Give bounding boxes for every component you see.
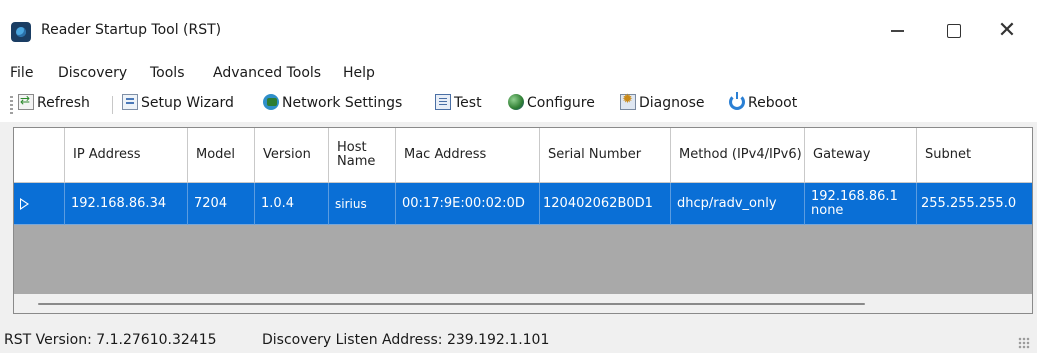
cell-subnet[interactable]: 255.255.255.0 [917, 183, 1032, 225]
minimize-button[interactable] [874, 14, 920, 48]
menu-help[interactable]: Help [343, 65, 375, 81]
reader-grid[interactable]: IP Address Model Version Host Name Mac A… [13, 127, 1033, 314]
cell-method[interactable]: dhcp/radv_only [671, 183, 805, 225]
menu-discovery[interactable]: Discovery [58, 65, 127, 81]
diagnose-button[interactable]: Diagnose [620, 92, 705, 116]
network-settings-label: Network Settings [282, 95, 403, 111]
configure-icon [508, 94, 524, 110]
column-header-subnet[interactable]: Subnet [917, 128, 1032, 183]
refresh-button[interactable]: Refresh [18, 93, 90, 116]
app-window: Reader Startup Tool (RST) ✕ File Discove… [0, 0, 1037, 353]
horizontal-scrollbar[interactable] [14, 294, 1032, 313]
configure-label: Configure [527, 95, 595, 111]
app-icon [11, 22, 31, 42]
toolbar: Refresh Setup Wizard Network Settings Te… [0, 88, 1037, 122]
discovery-listen-address-label: Discovery Listen Address: 239.192.1.101 [262, 332, 550, 348]
grid-header-row: IP Address Model Version Host Name Mac A… [14, 128, 1032, 183]
setup-wizard-label: Setup Wizard [141, 95, 234, 111]
close-button[interactable]: ✕ [984, 14, 1030, 48]
cell-ip-address[interactable]: 192.168.86.34 [65, 183, 188, 225]
toolbar-grip[interactable] [10, 96, 13, 114]
column-header-host-name[interactable]: Host Name [329, 128, 396, 183]
reboot-icon [729, 92, 745, 110]
current-row-arrow-icon [20, 197, 29, 210]
cell-version[interactable]: 1.0.4 [255, 183, 329, 225]
row-header-corner [14, 128, 65, 183]
toolbar-separator [112, 96, 113, 114]
setup-wizard-button[interactable]: Setup Wizard [122, 94, 234, 116]
column-header-mac-address[interactable]: Mac Address [396, 128, 540, 183]
network-settings-icon [263, 94, 279, 110]
column-header-serial-number[interactable]: Serial Number [540, 128, 671, 183]
test-label: Test [454, 95, 482, 111]
resize-grip-icon[interactable] [1018, 337, 1030, 349]
column-header-ip-address[interactable]: IP Address [65, 128, 188, 183]
cell-mac-address[interactable]: 00:17:9E:00:02:0D [396, 183, 540, 225]
test-button[interactable]: Test [435, 94, 482, 116]
configure-button[interactable]: Configure [508, 94, 595, 116]
cell-gateway[interactable]: 192.168.86.1 none [805, 183, 917, 225]
rst-version-label: RST Version: 7.1.27610.32415 [4, 332, 217, 348]
diagnose-icon [620, 92, 636, 110]
refresh-icon [18, 93, 34, 110]
diagnose-label: Diagnose [639, 95, 705, 111]
cell-model[interactable]: 7204 [188, 183, 255, 225]
status-bar: RST Version: 7.1.27610.32415 Discovery L… [0, 327, 1037, 353]
setup-wizard-icon [122, 94, 138, 110]
cell-gateway-ipv6: none [811, 202, 844, 218]
menu-bar: File Discovery Tools Advanced Tools Help [0, 58, 1037, 88]
row-selector[interactable] [14, 183, 65, 225]
maximize-button[interactable] [931, 14, 977, 48]
horizontal-scrollbar-thumb[interactable] [38, 303, 865, 305]
network-settings-button[interactable]: Network Settings [263, 94, 402, 116]
refresh-label: Refresh [37, 95, 90, 111]
column-header-gateway[interactable]: Gateway [805, 128, 917, 183]
reboot-label: Reboot [748, 95, 798, 111]
column-header-model[interactable]: Model [188, 128, 255, 183]
table-row[interactable]: 192.168.86.34 7204 1.0.4 sirius 00:17:9E… [14, 183, 1032, 225]
column-header-method[interactable]: Method (IPv4/IPv6) [671, 128, 805, 183]
cell-serial-number[interactable]: 120402062B0D1 [540, 183, 671, 225]
column-header-version[interactable]: Version [255, 128, 329, 183]
menu-tools[interactable]: Tools [150, 65, 185, 81]
minimize-icon [890, 30, 904, 32]
title-bar[interactable]: Reader Startup Tool (RST) ✕ [0, 0, 1037, 58]
reboot-button[interactable]: Reboot [729, 92, 798, 116]
cell-host-name[interactable]: sirius [329, 183, 396, 225]
test-icon [435, 94, 451, 110]
window-title: Reader Startup Tool (RST) [41, 22, 222, 38]
cell-gateway-ipv4: 192.168.86.1 [811, 188, 898, 204]
maximize-icon [947, 24, 961, 38]
menu-file[interactable]: File [10, 65, 33, 81]
menu-advanced-tools[interactable]: Advanced Tools [213, 65, 321, 81]
